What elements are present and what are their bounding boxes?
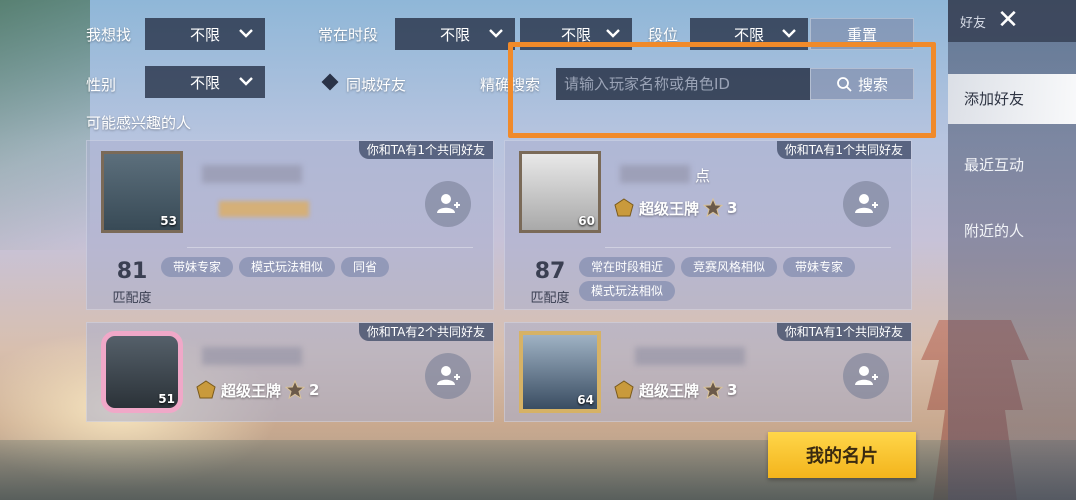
mutual-friends-tag: 你和TA有2个共同好友 [358,323,493,341]
player-name-blurred [202,347,302,365]
same-city-label[interactable]: 同城好友 [346,74,406,95]
active-time-label: 常在时段 [318,26,379,44]
mutual-friends-tag: 你和TA有1个共同好友 [776,141,911,159]
rank-badge-icon [614,198,634,217]
player-rank: 超级王牌 3 [613,197,737,219]
match-score-label: 匹配度 [112,291,152,306]
background-tree [0,0,90,250]
chevron-down-icon [606,29,620,38]
mutual-friends-tag: 你和TA有1个共同好友 [776,323,911,341]
looking-for-value: 不限 [189,25,220,44]
gender-label: 性别 [86,76,117,94]
close-button[interactable]: ✕ [994,6,1022,34]
tag-list: 带妹专家 模式玩法相似 同省 [161,257,481,277]
avatar[interactable]: 53 [101,151,183,233]
tag: 常在时段相近 [579,257,676,277]
add-friend-button[interactable] [843,181,889,227]
tag: 同省 [341,257,390,277]
chevron-down-icon [489,29,503,38]
looking-for-dropdown[interactable]: 不限 [145,18,265,50]
close-icon: ✕ [997,5,1019,35]
add-user-icon [855,366,878,385]
rank-name: 超级王牌 [221,381,282,400]
match-score: 87 [534,259,566,284]
avatar[interactable]: 60 [519,151,601,233]
rank-stars: 3 [727,199,738,217]
player-level: 53 [160,214,177,228]
player-rank-blurred [219,201,309,217]
player-name-suffix: 点 [695,167,711,185]
active-time-dropdown-start[interactable]: 不限 [395,18,515,50]
side-item-add-friend[interactable]: 添加好友 [948,74,1076,124]
match-score-label: 匹配度 [530,291,570,306]
rank-stars: 3 [727,381,738,399]
looking-for-label: 我想找 [86,26,132,44]
gender-dropdown[interactable]: 不限 [145,66,265,98]
tag-list: 常在时段相近 竞赛风格相似 带妹专家 模式玩法相似 [579,257,899,301]
avatar[interactable]: 64 [519,331,601,413]
player-level: 60 [578,214,595,228]
add-user-icon [437,366,460,385]
tag: 带妹专家 [161,257,234,277]
card-divider [187,247,473,248]
side-panel-title: 好友 [960,16,987,31]
recommended-player-card[interactable]: 你和TA有1个共同好友 64 超级王牌 3 [504,322,912,422]
chevron-down-icon [239,77,253,86]
card-divider [605,247,891,248]
side-item-recent-interaction[interactable]: 最近互动 [948,140,1076,190]
chevron-down-icon [239,29,253,38]
star-icon [703,380,724,400]
player-name-blurred [620,165,690,183]
rank-badge-icon [196,380,216,399]
recommended-player-card[interactable]: 你和TA有1个共同好友 60 点 超级王牌 3 87 匹配度 常在时段相近 竞赛… [504,140,912,310]
recommended-player-card[interactable]: 你和TA有2个共同好友 51 超级王牌 2 [86,322,494,422]
rank-name: 超级王牌 [639,381,700,400]
tag: 带妹专家 [783,257,856,277]
rank-stars: 2 [309,381,320,399]
add-user-icon [855,194,878,213]
gender-value: 不限 [189,73,220,92]
recommended-player-card[interactable]: 你和TA有1个共同好友 53 81 匹配度 带妹专家 模式玩法相似 同省 [86,140,494,310]
player-level: 51 [158,392,175,406]
search-highlight-box [508,42,936,138]
same-city-checkbox-icon[interactable] [321,73,339,91]
player-name-blurred [202,165,302,183]
my-card-button[interactable]: 我的名片 [768,432,916,478]
star-icon [703,198,724,218]
chevron-down-icon [782,29,796,38]
add-friend-button[interactable] [843,353,889,399]
side-item-nearby-people[interactable]: 附近的人 [948,206,1076,256]
rank-badge-icon [614,380,634,399]
star-icon [285,380,306,400]
rank-name: 超级王牌 [639,199,700,218]
player-name-blurred [635,347,745,365]
avatar[interactable]: 51 [101,331,183,413]
add-friend-button[interactable] [425,181,471,227]
player-level: 64 [577,393,594,407]
tag: 竞赛风格相似 [681,257,778,277]
add-user-icon [437,194,460,213]
tag: 模式玩法相似 [579,281,676,301]
player-rank: 超级王牌 2 [195,379,319,401]
tag: 模式玩法相似 [239,257,336,277]
section-title: 可能感兴趣的人 [86,114,192,132]
mutual-friends-tag: 你和TA有1个共同好友 [358,141,493,159]
active-time-start-value: 不限 [439,25,470,44]
player-rank: 超级王牌 3 [613,379,737,401]
add-friend-button[interactable] [425,353,471,399]
match-score: 81 [116,259,148,284]
